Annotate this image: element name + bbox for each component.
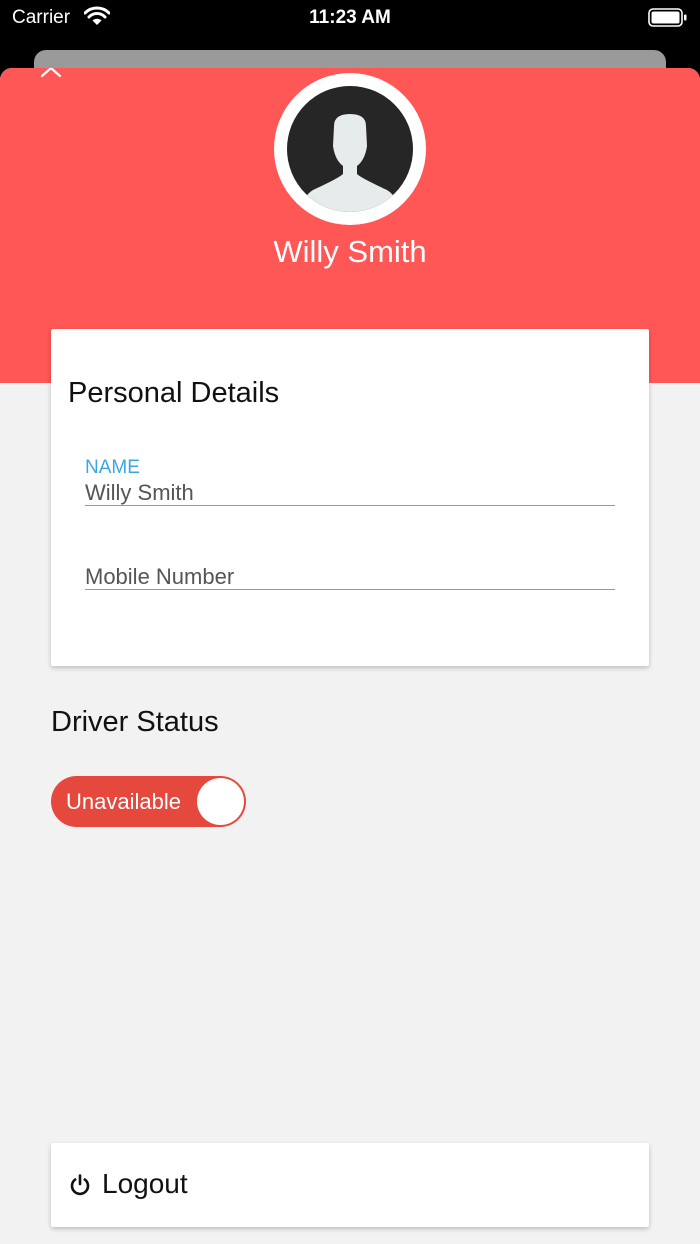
toggle-knob[interactable]	[197, 778, 244, 825]
power-icon	[68, 1173, 92, 1202]
chevron-up-icon[interactable]	[36, 68, 66, 86]
avatar[interactable]	[274, 73, 426, 225]
personal-details-title: Personal Details	[68, 377, 280, 409]
mobile-number-field[interactable]: Mobile Number	[85, 564, 234, 590]
status-bar: Carrier 11:23 AM	[0, 0, 700, 40]
avatar-silhouette-icon	[287, 86, 413, 212]
name-field-underline	[85, 505, 615, 506]
logout-label: Logout	[102, 1168, 188, 1199]
driver-status-title: Driver Status	[51, 706, 219, 738]
driver-status-toggle[interactable]: Unavailable	[51, 776, 246, 827]
battery-icon	[648, 8, 688, 34]
toggle-label: Unavailable	[66, 789, 181, 814]
personal-details-card: Personal Details NAME Willy Smith Mobile…	[51, 329, 649, 666]
logout-button[interactable]: Logout	[51, 1143, 649, 1227]
profile-name: Willy Smith	[273, 234, 427, 269]
mobile-field-underline	[85, 589, 615, 590]
name-field[interactable]: Willy Smith	[85, 480, 194, 506]
name-field-label: NAME	[85, 457, 140, 478]
clock-time: 11:23 AM	[309, 7, 391, 28]
profile-sheet: Willy Smith Personal Details NAME Willy …	[0, 68, 700, 1244]
